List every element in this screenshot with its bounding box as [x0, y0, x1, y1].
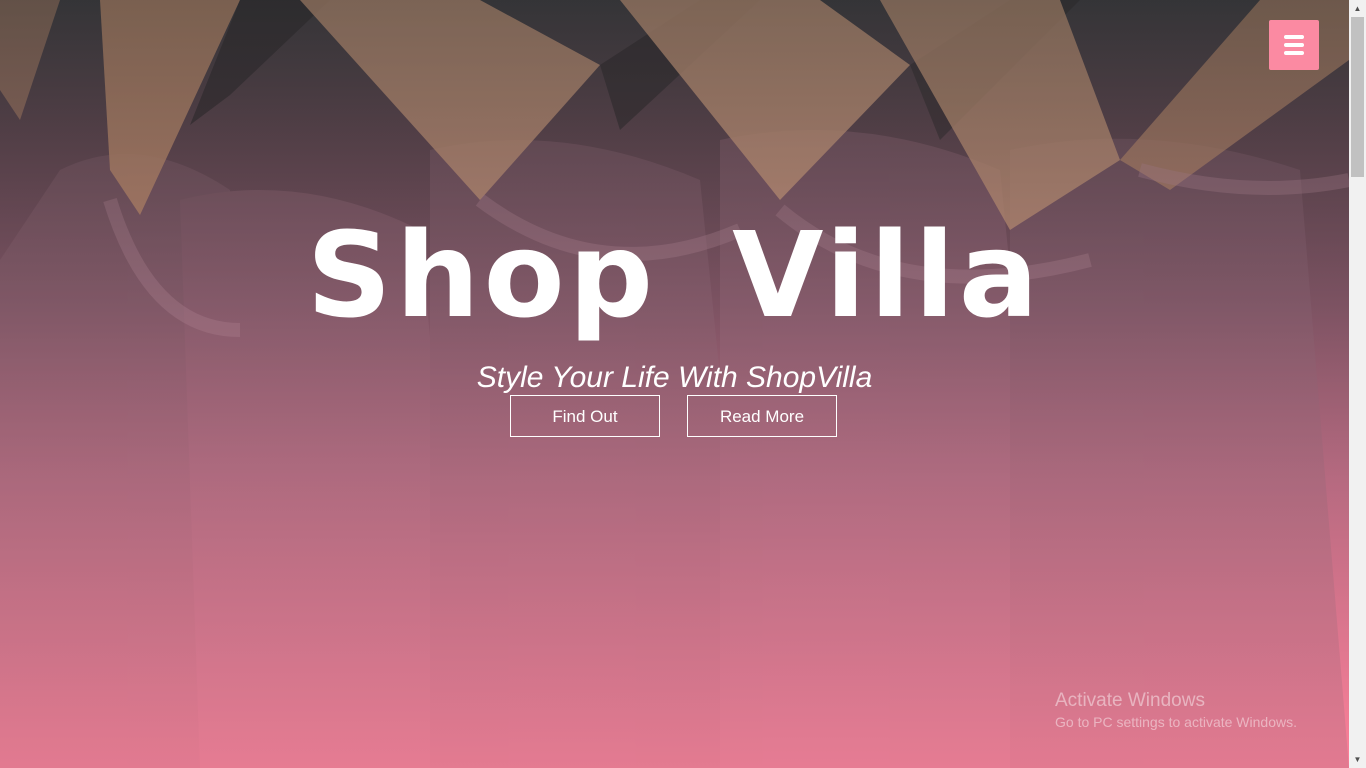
scroll-down-icon[interactable]: ▼ — [1349, 751, 1366, 768]
hero-title: Shop Villa — [306, 206, 1043, 344]
watermark-title: Activate Windows — [1055, 690, 1205, 711]
scroll-up-icon[interactable]: ▲ — [1349, 0, 1366, 17]
hero-section: Shop Villa Style Your Life With ShopVill… — [0, 0, 1349, 768]
hero-tagline: Style Your Life With ShopVilla — [476, 361, 873, 394]
page: Shop Villa Style Your Life With ShopVill… — [0, 0, 1366, 768]
watermark-subtitle: Go to PC settings to activate Windows. — [1055, 714, 1297, 730]
read-more-button[interactable]: Read More — [687, 395, 837, 437]
hamburger-menu-icon — [1284, 35, 1304, 55]
scrollbar-thumb[interactable] — [1351, 17, 1364, 177]
find-out-button[interactable]: Find Out — [510, 395, 660, 437]
menu-button[interactable] — [1269, 20, 1319, 70]
windows-activation-watermark: Activate Windows Go to PC settings to ac… — [1055, 690, 1297, 732]
vertical-scrollbar[interactable]: ▲ ▼ — [1349, 0, 1366, 768]
